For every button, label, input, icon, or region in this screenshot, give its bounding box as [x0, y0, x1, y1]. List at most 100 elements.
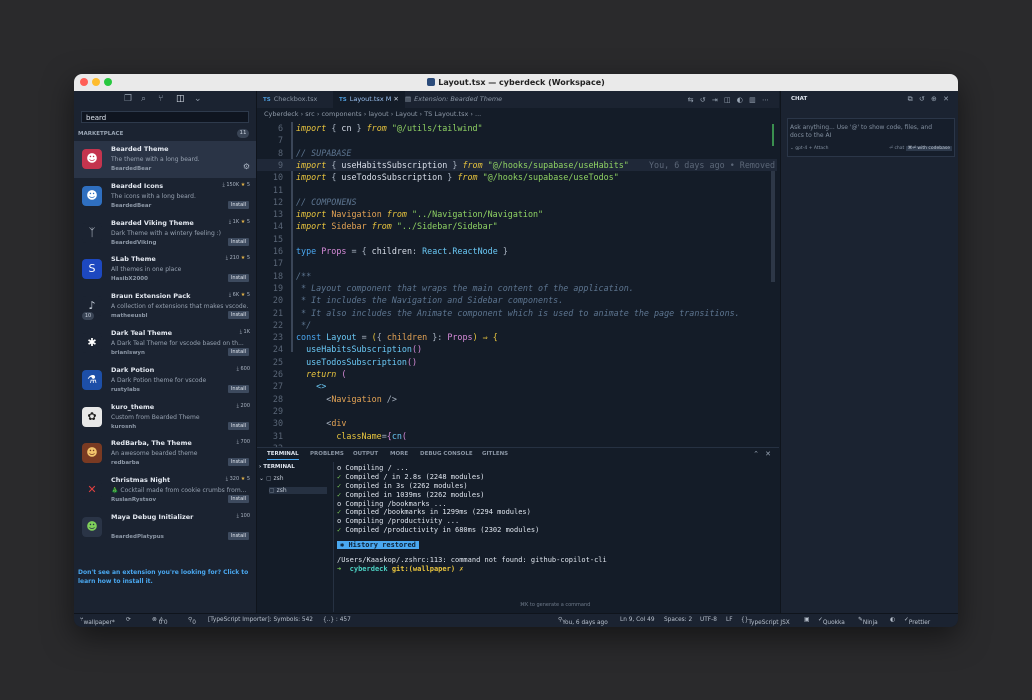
chevron-down-icon[interactable]: ⌄ — [194, 94, 202, 104]
maximize-panel-icon[interactable]: ⌃ — [753, 450, 759, 458]
install-button[interactable]: Install — [227, 311, 249, 320]
ninja-status[interactable]: ✎ Ninja — [858, 617, 878, 626]
extension-stats: ⤓ 320 ★ 5 — [225, 476, 250, 483]
code-line: 29 — [272, 405, 283, 416]
attach-button[interactable]: + Attach — [809, 146, 829, 151]
quokka-status[interactable]: ✓ Quokka — [818, 617, 845, 626]
terminal-line: ✓ Compiled in 3s (2262 modules) — [337, 481, 468, 490]
blame-status[interactable]: ⚲ You, 6 days ago — [558, 617, 608, 626]
extension-item[interactable]: ᛉ Bearded Viking Theme Dark Theme with a w… — [74, 215, 256, 252]
code-editor[interactable]: 6 import { cn } from "@/utils/tailwind" 7… — [257, 122, 779, 447]
theme-icon[interactable]: ◐ — [737, 96, 745, 104]
tab-problems[interactable]: PROBLEMS — [310, 451, 344, 457]
search-icon[interactable]: ⌕ — [141, 94, 146, 104]
chat-panel: CHAT ⧉ ↺ ⊕ ✕ Ask anything... Use '@' to … — [780, 91, 958, 613]
marketplace-header[interactable]: MARKETPLACE — [78, 131, 123, 137]
theme-icon[interactable]: ◐ — [890, 617, 895, 623]
more-icon[interactable]: ⋯ — [762, 96, 771, 104]
eol-status[interactable]: LF — [726, 617, 733, 623]
code-line: 11 — [272, 184, 283, 195]
install-button[interactable]: Install — [227, 348, 249, 356]
extension-description: All themes in one place — [111, 266, 182, 274]
install-button[interactable]: Install — [227, 458, 249, 467]
tab-gitlens[interactable]: GITLENS — [482, 451, 508, 457]
model-selector[interactable]: gpt-4 — [795, 146, 807, 151]
code-line: 25 useTodosSubscription() — [272, 356, 418, 367]
files-icon[interactable]: ❐ — [124, 94, 132, 104]
install-button[interactable]: Install — [227, 200, 249, 209]
terminal-line: ✓ Compiled /bookmarks in 1299ms (2294 mo… — [337, 508, 531, 517]
chat-input[interactable]: Ask anything... Use '@' to show code, fi… — [787, 118, 955, 157]
extension-search-input[interactable]: beard — [81, 111, 249, 123]
extension-item[interactable]: ♪ Braun Extension Pack A collection of ext… — [74, 288, 256, 325]
tab-output[interactable]: OUTPUT — [353, 451, 378, 457]
indentation-status[interactable]: Spaces: 2 — [664, 617, 692, 623]
extension-item[interactable]: ✕ Christmas Night 🎄 Cocktail made from coo… — [74, 472, 256, 509]
braces-status[interactable]: {..} : 457 — [323, 617, 351, 623]
close-panel-icon[interactable]: ✕ — [765, 450, 771, 458]
extension-item[interactable]: ☻ Bearded Theme The theme with a long bear… — [74, 141, 256, 178]
tab-more[interactable]: MORE — [390, 451, 408, 457]
terminal-output[interactable]: o Compiling / ... ✓ Compiled / in 2.8s (… — [337, 464, 607, 574]
breadcrumb[interactable]: Cyberdeck › src › components › layout › … — [264, 110, 481, 118]
install-button[interactable]: Install — [227, 495, 249, 504]
importer-status[interactable]: [TypeScript Importer]: Symbols: 542 — [208, 617, 313, 623]
extension-stats: ⤓ 100 — [236, 513, 250, 519]
problems-status[interactable]: ⊗ 0 ⚠ 0 — [152, 617, 168, 626]
close-icon[interactable]: ✕ — [943, 95, 951, 103]
close-icon[interactable]: ✕ — [393, 95, 398, 103]
install-button[interactable]: Install — [227, 532, 249, 540]
terminal-prompt: ➜ cyberdeck git:(wallpaper) ✗ — [337, 564, 464, 573]
chevron-down-icon[interactable]: ⌄ — [790, 146, 794, 151]
install-button[interactable]: Install — [227, 384, 249, 393]
extension-item[interactable]: ☻ Bearded Icons The icons with a long bear… — [74, 178, 256, 215]
branch-status[interactable]: ⑂ wallpaper* — [80, 617, 115, 626]
terminal-section-title: › TERMINAL — [259, 464, 295, 470]
extension-item[interactable]: ⚗ Dark Potion A Dark Potion theme for vsco… — [74, 362, 256, 399]
terminal-shell-item-active[interactable]: ▢ zsh — [269, 487, 327, 494]
encoding-status[interactable]: UTF-8 — [700, 617, 717, 623]
extension-item[interactable]: S SLab Theme All themes in one place HasibX… — [74, 251, 256, 288]
chat-button[interactable]: ⏎ chat — [889, 146, 904, 151]
notification-icon[interactable]: ▣ — [804, 617, 809, 623]
history-icon[interactable]: ↺ — [919, 95, 927, 103]
language-status[interactable]: {} TypeScript JSX — [741, 617, 790, 626]
layout-icon[interactable]: ⧉ — [908, 95, 915, 103]
extension-item[interactable]: ✿ kuro_theme Custom from Bearded Theme kuro… — [74, 399, 256, 436]
extension-description: A collection of extensions that makes vs… — [111, 303, 249, 311]
split-editor-icon[interactable]: ◫ — [724, 96, 733, 104]
extension-item[interactable]: ☻ Maya Debug Initializer BeardedPlatypus ⤓ … — [74, 509, 256, 546]
compare-icon[interactable]: ⇆ — [688, 96, 696, 104]
tab-terminal[interactable]: TERMINAL — [267, 451, 299, 460]
tab-extension-bearded-theme[interactable]: ▤ Extension: Bearded Theme — [405, 91, 505, 108]
source-control-icon[interactable]: ⑂ — [158, 94, 163, 104]
install-button[interactable]: Install — [227, 274, 249, 283]
download-icon: ⤓ — [236, 513, 239, 519]
ports-status[interactable]: ⚲ 0 — [188, 617, 196, 626]
layout-icon[interactable]: ▥ — [749, 96, 758, 104]
sync-icon[interactable]: ⟳ — [126, 617, 131, 623]
cursor-position[interactable]: Ln 9, Col 49 — [620, 617, 655, 623]
revert-icon[interactable]: ↺ — [700, 96, 708, 104]
status-bar: ⑂ wallpaper* ⟳ ⊗ 0 ⚠ 0 ⚲ 0 [TypeScript I… — [74, 613, 958, 627]
codebase-button[interactable]: ⌘⏎ with codebase — [905, 146, 952, 151]
tab-debug-console[interactable]: DEBUG CONSOLE — [420, 451, 473, 457]
extension-name: Dark Teal Theme — [111, 329, 173, 337]
extension-description: Custom from Bearded Theme — [111, 413, 200, 421]
extension-name: Christmas Night — [111, 476, 171, 485]
install-button[interactable]: Install — [227, 237, 249, 246]
install-button[interactable]: Install — [227, 421, 249, 430]
extensions-icon[interactable]: ◫ — [176, 94, 185, 104]
prettier-status[interactable]: ✓ Prettier — [904, 617, 930, 626]
tab-checkbox[interactable]: TS Checkbox.tsx — [263, 91, 333, 108]
terminal-shell-item[interactable]: ⌄ ▢ zsh — [259, 475, 284, 482]
extension-item[interactable]: ✱ Dark Teal Theme A Dark Teal Theme for vs… — [74, 325, 256, 362]
extension-name: Bearded Theme — [111, 145, 169, 153]
extension-author: BeardedBear — [111, 166, 152, 172]
add-icon[interactable]: ⊕ — [931, 95, 939, 103]
extension-help-link[interactable]: Don't see an extension you're looking fo… — [78, 568, 250, 586]
tab-layout[interactable]: TS Layout.tsx M ✕ — [333, 91, 405, 108]
step-icon[interactable]: ⇥ — [712, 96, 720, 104]
extension-item[interactable]: ☻ RedBarba, The Theme An awesome bearded t… — [74, 435, 256, 472]
gear-icon[interactable]: ⚙ — [243, 162, 250, 171]
